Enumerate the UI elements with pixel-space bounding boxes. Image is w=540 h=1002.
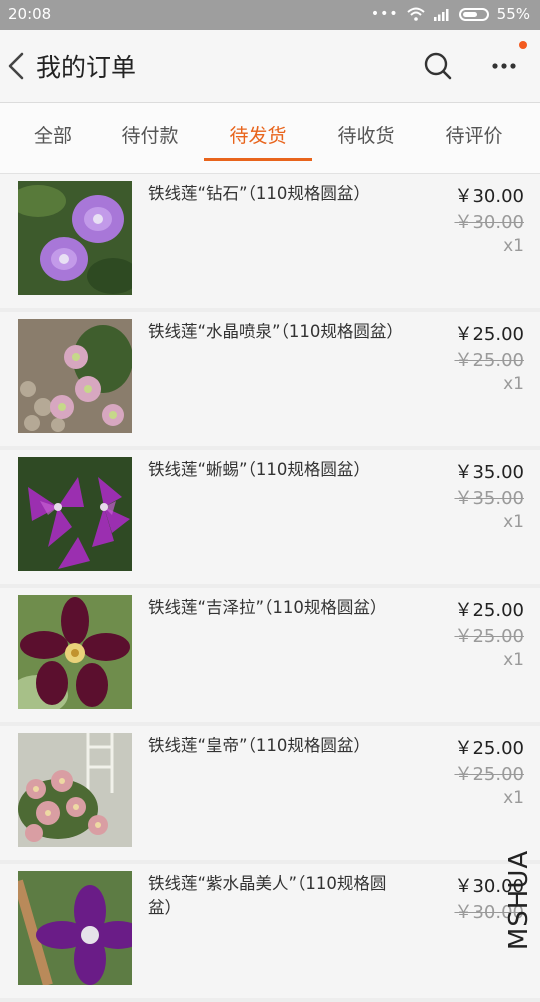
order-item[interactable]: 铁线莲“吉泽拉”（110规格圆盆） ￥25.00 ￥25.00 x1 [0, 588, 540, 722]
product-image [18, 871, 132, 985]
order-item[interactable]: 铁线莲“钻石”（110规格圆盆） ￥30.00 ￥30.00 x1 [0, 174, 540, 308]
signal-dots-icon: ••• [370, 6, 399, 22]
search-button[interactable] [422, 50, 454, 82]
page-title: 我的订单 [36, 53, 137, 82]
battery-percent: 55% [496, 5, 530, 23]
app-header: 我的订单 [0, 30, 540, 103]
status-time: 20:08 [8, 5, 52, 23]
back-button[interactable] [4, 48, 32, 84]
tab-all[interactable]: 全部 [0, 103, 106, 165]
product-quantity: x1 [503, 788, 524, 808]
original-price: ￥30.00 [454, 212, 524, 233]
original-price: ￥25.00 [454, 626, 524, 647]
product-title: 铁线莲“吉泽拉”（110规格圆盆） [148, 598, 387, 617]
original-price: ￥30.00 [454, 902, 524, 923]
cell-signal-icon [433, 9, 449, 21]
search-icon [424, 52, 452, 80]
order-tabs: 全部 待付款 待发货 待收货 待评价 [0, 103, 540, 174]
product-price: ￥30.00 [454, 186, 524, 207]
product-quantity: x1 [503, 236, 524, 256]
product-price: ￥30.00 [454, 876, 524, 897]
wifi-icon [406, 7, 425, 21]
order-item[interactable]: 铁线莲“皇帝”（110规格圆盆） ￥25.00 ￥25.00 x1 [0, 726, 540, 860]
product-quantity: x1 [503, 512, 524, 532]
original-price: ￥25.00 [454, 350, 524, 371]
original-price: ￥35.00 [454, 488, 524, 509]
product-price: ￥35.00 [454, 462, 524, 483]
product-title: 铁线莲“水晶喷泉”（110规格圆盆） [148, 322, 403, 341]
product-image [18, 595, 132, 709]
battery-icon [458, 7, 489, 21]
product-price: ￥25.00 [454, 600, 524, 621]
product-title: 铁线莲“钻石”（110规格圆盆） [148, 184, 370, 203]
product-quantity: x1 [503, 650, 524, 670]
more-dots-icon [492, 63, 516, 69]
product-title: 铁线莲“紫水晶美人”（110规格圆盆） [148, 874, 387, 917]
original-price: ￥25.00 [454, 764, 524, 785]
product-quantity: x1 [503, 374, 524, 394]
order-item[interactable]: 铁线莲“紫水晶美人”（110规格圆盆） ￥30.00 ￥30.00 [0, 864, 540, 998]
status-bar: 20:08 ••• 55% [0, 0, 540, 30]
order-item[interactable]: 铁线莲“水晶喷泉”（110规格圆盆） ￥25.00 ￥25.00 x1 [0, 312, 540, 446]
status-icons: ••• 55% [371, 5, 530, 23]
tab-pending-payment[interactable]: 待付款 [96, 103, 204, 165]
product-image [18, 733, 132, 847]
tab-pending-receipt[interactable]: 待收货 [312, 103, 420, 165]
product-image [18, 181, 132, 295]
order-item[interactable]: 铁线莲“蜥蜴”（110规格圆盆） ￥35.00 ￥35.00 x1 [0, 450, 540, 584]
more-button[interactable] [488, 50, 520, 82]
product-image [18, 319, 132, 433]
chevron-left-icon [8, 52, 24, 80]
product-price: ￥25.00 [454, 324, 524, 345]
product-title: 铁线莲“蜥蜴”（110规格圆盆） [148, 460, 370, 479]
product-title: 铁线莲“皇帝”（110规格圆盆） [148, 736, 370, 755]
active-tab-indicator [204, 158, 312, 161]
notification-dot [519, 41, 527, 49]
order-list: 铁线莲“钻石”（110规格圆盆） ￥30.00 ￥30.00 x1 铁线莲“水晶… [0, 174, 540, 1002]
tab-pending-review[interactable]: 待评价 [420, 103, 528, 165]
product-price: ￥25.00 [454, 738, 524, 759]
product-image [18, 457, 132, 571]
tab-pending-shipment[interactable]: 待发货 [204, 103, 312, 165]
